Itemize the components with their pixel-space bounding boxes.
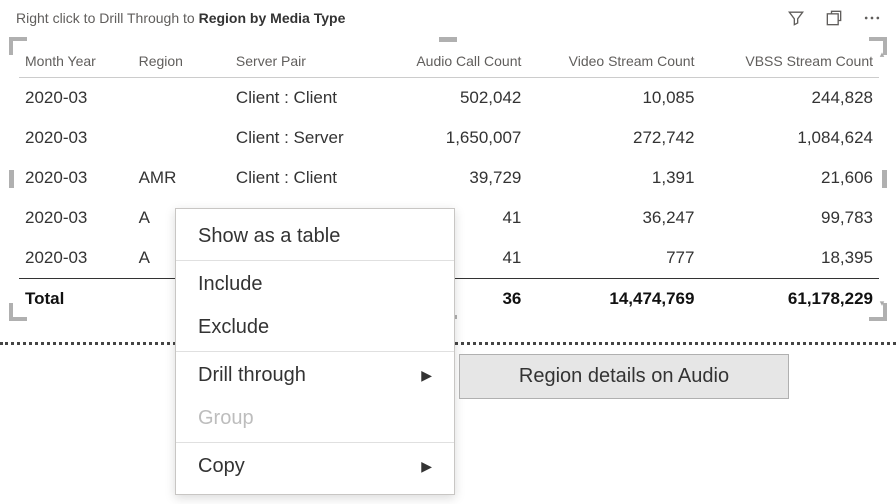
hint-bold: Region by Media Type [199,10,346,26]
resize-handle-right[interactable] [882,170,887,188]
cell-video: 1,391 [527,158,700,198]
cell-audio: 502,042 [376,78,527,119]
drill-hint: Right click to Drill Through to Region b… [16,10,784,26]
cell-vbss: 244,828 [700,78,879,119]
menu-drill-through[interactable]: Drill through▶ [176,354,454,397]
cell-audio: 39,729 [376,158,527,198]
filter-icon[interactable] [784,6,808,30]
col-video-stream[interactable]: Video Stream Count [527,43,700,78]
more-options-icon[interactable] [860,6,884,30]
drill-submenu: Region details on Audio [459,354,789,399]
table-row[interactable]: 2020-03 Client : Server 1,650,007 272,74… [19,118,879,158]
col-month-year[interactable]: Month Year [19,43,133,78]
cell-month: 2020-03 [19,238,133,279]
cell-month: 2020-03 [19,198,133,238]
menu-include[interactable]: Include [176,263,454,306]
resize-handle-br[interactable] [869,303,887,321]
cell-vbss: 18,395 [700,238,879,279]
cell-server-pair: Client : Client [230,78,376,119]
submenu-region-audio[interactable]: Region details on Audio [460,355,788,398]
resize-handle-left[interactable] [9,170,14,188]
hint-prefix: Right click to Drill Through to [16,10,199,26]
cell-video: 10,085 [527,78,700,119]
resize-handle-tl[interactable] [9,37,27,55]
col-audio-call[interactable]: Audio Call Count [376,43,527,78]
menu-separator [176,351,454,352]
menu-group: Group [176,397,454,440]
cell-video: 36,247 [527,198,700,238]
cell-month: 2020-03 [19,118,133,158]
col-region[interactable]: Region [133,43,230,78]
cell-region [133,78,230,119]
table-header-row: Month Year Region Server Pair Audio Call… [19,43,879,78]
cell-server-pair: Client : Server [230,118,376,158]
total-vbss: 61,178,229 [700,279,879,320]
cell-month: 2020-03 [19,158,133,198]
cell-vbss: 21,606 [700,158,879,198]
visual-header: Right click to Drill Through to Region b… [0,0,896,34]
cell-video: 272,742 [527,118,700,158]
focus-mode-icon[interactable] [822,6,846,30]
cell-audio: 1,650,007 [376,118,527,158]
table-row[interactable]: 2020-03 AMR Client : Client 39,729 1,391… [19,158,879,198]
resize-handle-bl[interactable] [9,303,27,321]
resize-handle-tr[interactable] [869,37,887,55]
chevron-right-icon: ▶ [421,367,432,384]
cell-region: AMR [133,158,230,198]
menu-separator [176,260,454,261]
table-row[interactable]: 2020-03 Client : Client 502,042 10,085 2… [19,78,879,119]
cell-vbss: 1,084,624 [700,118,879,158]
resize-handle-top[interactable] [439,37,457,42]
total-video: 14,474,769 [527,279,700,320]
col-vbss-stream[interactable]: VBSS Stream Count [700,43,879,78]
cell-vbss: 99,783 [700,198,879,238]
context-menu: Show as a table Include Exclude Drill th… [175,208,455,495]
total-label: Total [19,279,133,320]
menu-copy[interactable]: Copy▶ [176,445,454,488]
col-server-pair[interactable]: Server Pair [230,43,376,78]
menu-separator [176,442,454,443]
chevron-right-icon: ▶ [421,458,432,475]
cell-video: 777 [527,238,700,279]
menu-show-as-table[interactable]: Show as a table [176,215,454,258]
cell-region [133,118,230,158]
cell-month: 2020-03 [19,78,133,119]
menu-exclude[interactable]: Exclude [176,306,454,349]
cell-server-pair: Client : Client [230,158,376,198]
